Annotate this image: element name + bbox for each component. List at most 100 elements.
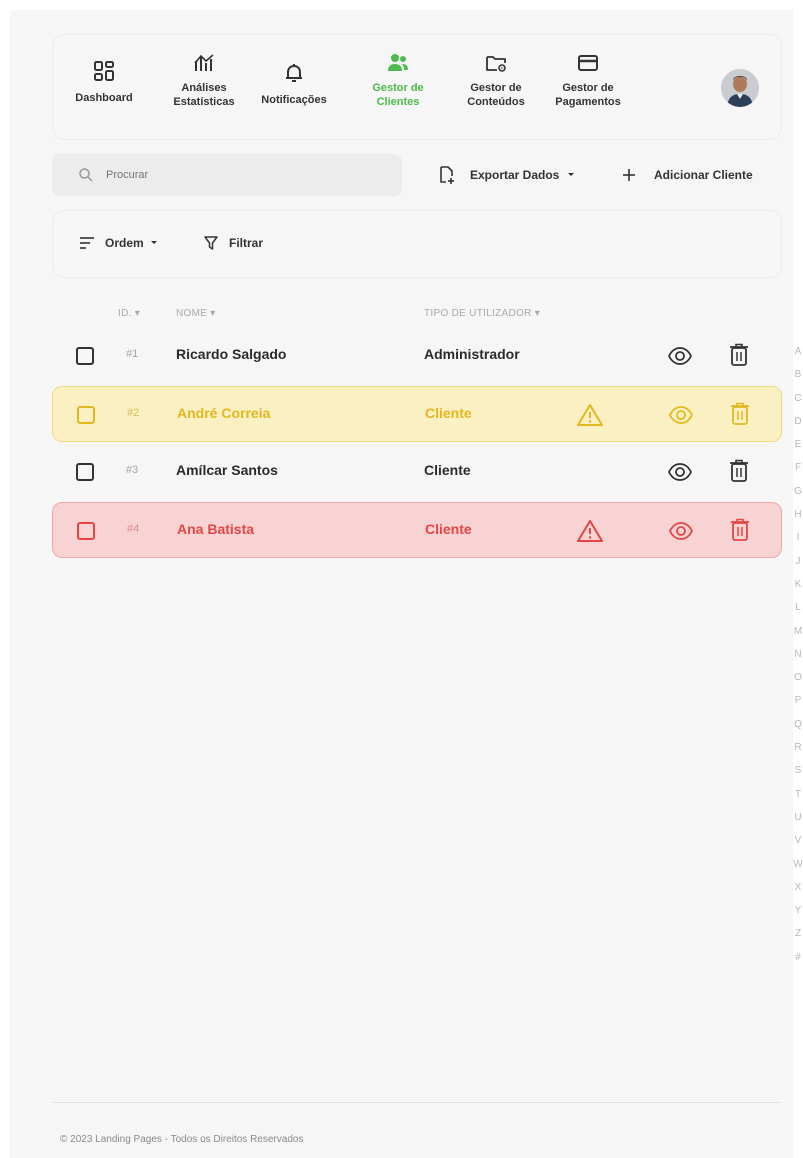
export-data-label: Exportar Dados: [470, 168, 560, 182]
filter-bar: Ordem Filtrar: [52, 210, 782, 278]
row-name: Amílcar Santos: [176, 462, 278, 478]
add-client-label: Adicionar Cliente: [654, 168, 753, 182]
nav-label: Notificações: [261, 94, 327, 106]
plus-icon: [623, 169, 635, 181]
chevron-down-icon: [568, 173, 575, 176]
row-id: #4: [127, 523, 140, 535]
filter-button[interactable]: Filtrar: [203, 235, 263, 251]
top-navigation: Dashboard Análises Estatísticas Notifica…: [52, 34, 782, 140]
alpha-letter[interactable]: O: [791, 672, 803, 695]
eye-icon[interactable]: [668, 462, 692, 482]
nav-item-analytics[interactable]: Análises Estatísticas: [159, 51, 249, 109]
alpha-letter[interactable]: J: [791, 556, 803, 579]
trash-icon[interactable]: [730, 402, 750, 426]
table-row[interactable]: #3 Amílcar Santos Cliente: [52, 444, 782, 500]
add-client-button[interactable]: Adicionar Cliente: [622, 162, 753, 188]
warning-triangle-icon: [577, 520, 603, 542]
nav-label: Gestor de: [562, 82, 614, 94]
eye-icon[interactable]: [668, 346, 692, 366]
alpha-letter[interactable]: E: [791, 439, 803, 462]
row-checkbox[interactable]: [76, 463, 94, 481]
alpha-letter[interactable]: S: [791, 765, 803, 788]
trash-icon[interactable]: [729, 343, 749, 367]
alpha-letter[interactable]: B: [791, 369, 803, 392]
row-checkbox[interactable]: [77, 522, 95, 540]
export-data-button[interactable]: Exportar Dados: [438, 162, 575, 188]
nav-label-line-2: Estatísticas: [173, 96, 235, 108]
sort-caret-icon: ▾: [534, 308, 541, 319]
row-id: #1: [126, 348, 139, 360]
search-input[interactable]: [106, 164, 386, 186]
column-header-name[interactable]: NOME ▾: [176, 308, 216, 319]
row-checkbox[interactable]: [76, 347, 94, 365]
alpha-letter[interactable]: G: [791, 486, 803, 509]
alpha-letter[interactable]: #: [791, 952, 803, 975]
alpha-letter[interactable]: V: [791, 835, 803, 858]
alpha-letter[interactable]: R: [791, 742, 803, 765]
search-box[interactable]: [52, 154, 402, 196]
footer-divider: [52, 1102, 782, 1103]
sort-lines-icon: [80, 237, 94, 249]
alpha-letter[interactable]: H: [791, 509, 803, 532]
nav-label-line-2: Clientes: [376, 96, 420, 108]
nav-item-dashboard[interactable]: Dashboard: [59, 61, 149, 105]
nav-item-notifications[interactable]: Notificações: [249, 64, 339, 107]
alpha-letter[interactable]: C: [791, 393, 803, 416]
user-avatar[interactable]: [721, 69, 759, 107]
users-icon: [388, 54, 408, 71]
alpha-letter[interactable]: D: [791, 416, 803, 439]
search-icon: [79, 168, 93, 182]
eye-icon[interactable]: [669, 405, 693, 425]
alpha-letter[interactable]: N: [791, 649, 803, 672]
nav-item-payments[interactable]: Gestor de Pagamentos: [543, 51, 633, 109]
alpha-letter[interactable]: P: [791, 695, 803, 718]
alpha-letter[interactable]: T: [791, 789, 803, 812]
alpha-letter[interactable]: L: [791, 602, 803, 625]
table-row-danger[interactable]: #4 Ana Batista Cliente: [52, 502, 782, 558]
nav-label: Dashboard: [75, 92, 133, 104]
filter-funnel-icon: [204, 236, 218, 250]
column-header-user-type[interactable]: TIPO DE UTILIZADOR ▾: [424, 308, 540, 319]
alpha-letter[interactable]: Z: [791, 928, 803, 951]
credit-card-icon: [578, 55, 598, 71]
row-checkbox[interactable]: [77, 406, 95, 424]
row-name: Ricardo Salgado: [176, 346, 287, 362]
alpha-letter[interactable]: A: [791, 346, 803, 369]
row-user-type: Cliente: [424, 462, 471, 478]
export-file-icon: [440, 166, 454, 184]
alpha-letter[interactable]: Y: [791, 905, 803, 928]
order-button[interactable]: Ordem: [79, 235, 158, 251]
nav-label: Gestor de: [372, 82, 424, 94]
analytics-icon: [194, 54, 214, 71]
page: Dashboard Análises Estatísticas Notifica…: [10, 10, 803, 1158]
trash-icon[interactable]: [729, 459, 749, 483]
nav-item-clients[interactable]: Gestor de Clientes: [353, 51, 443, 109]
nav-label: Gestor de: [470, 82, 522, 94]
bell-icon: [286, 64, 302, 82]
row-name: Ana Batista: [177, 521, 255, 537]
alpha-letter[interactable]: M: [791, 626, 803, 649]
alpha-letter[interactable]: F: [791, 462, 803, 485]
alpha-letter[interactable]: W: [791, 859, 803, 882]
alphabet-index: A B C D E F G H I J K L M N O P Q R S T …: [791, 346, 803, 975]
column-header-id[interactable]: ID. ▾: [118, 308, 140, 319]
column-header-label: TIPO DE UTILIZADOR: [424, 308, 532, 319]
alpha-letter[interactable]: I: [791, 532, 803, 555]
alpha-letter[interactable]: K: [791, 579, 803, 602]
eye-icon[interactable]: [669, 521, 693, 541]
sort-caret-icon: ▾: [210, 308, 216, 319]
trash-icon[interactable]: [730, 518, 750, 542]
column-header-label: NOME: [176, 308, 208, 319]
row-user-type: Cliente: [425, 405, 472, 421]
table-row-warning[interactable]: #2 André Correia Cliente: [52, 386, 782, 442]
row-user-type: Administrador: [424, 346, 520, 362]
dashboard-grid-icon: [94, 61, 114, 81]
alpha-letter[interactable]: Q: [791, 719, 803, 742]
nav-label: Análises: [181, 82, 227, 94]
row-id: #2: [127, 407, 140, 419]
folder-settings-icon: [486, 56, 506, 72]
alpha-letter[interactable]: X: [791, 882, 803, 905]
nav-item-contents[interactable]: Gestor de Conteúdos: [451, 51, 541, 109]
alpha-letter[interactable]: U: [791, 812, 803, 835]
table-row[interactable]: #1 Ricardo Salgado Administrador: [52, 328, 782, 384]
